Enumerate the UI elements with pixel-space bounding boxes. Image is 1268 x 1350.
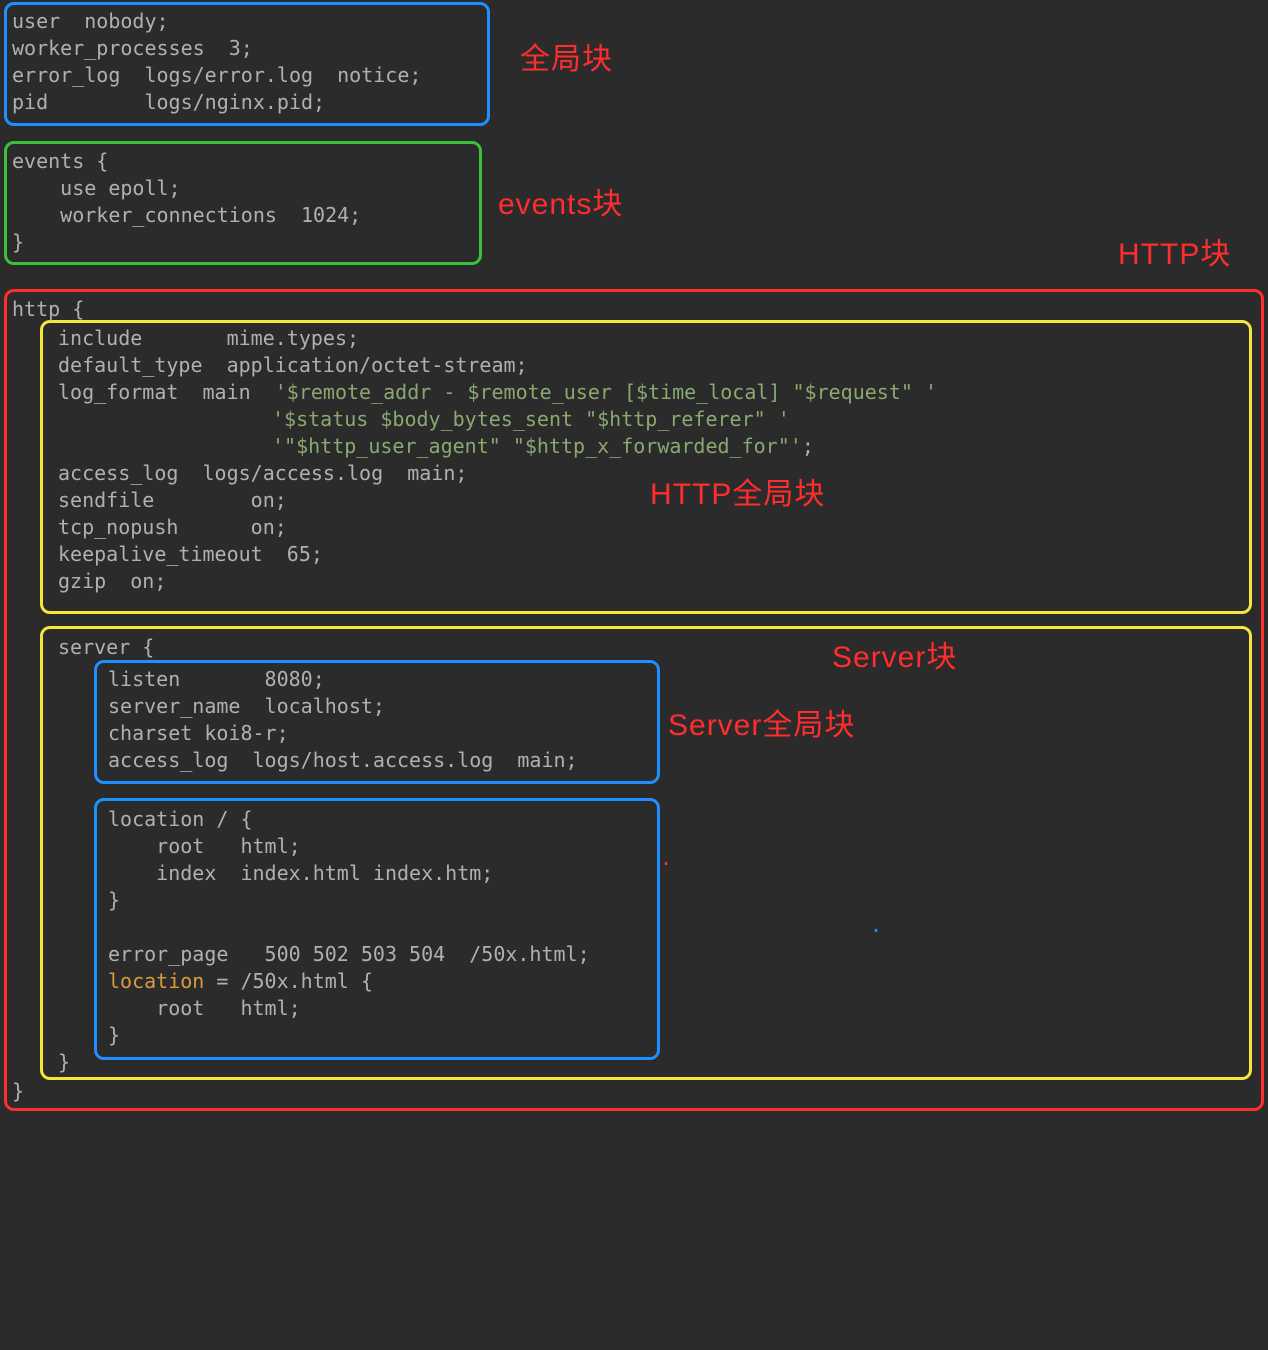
code-line: } (0, 1078, 24, 1105)
code-line: tcp_nopush on; (0, 514, 287, 541)
code-line: access_log logs/host.access.log main; (0, 747, 578, 774)
code-line: keepalive_timeout 65; (0, 541, 323, 568)
code-line: error_page 500 502 503 504 /50x.html; (0, 941, 590, 968)
code-line: '"$http_user_agent" "$http_x_forwarded_f… (272, 433, 814, 460)
label-events: events块 (498, 185, 623, 226)
label-server: Server块 (832, 638, 957, 679)
code-line: include mime.types; (0, 325, 359, 352)
code-line: worker_connections 1024; (0, 202, 361, 229)
code-line: pid logs/nginx.pid; (0, 89, 325, 116)
code-line: default_type application/octet-stream; (0, 352, 528, 379)
code-line: use epoll; (0, 175, 181, 202)
code-line: location / { (0, 806, 253, 833)
code-line: sendfile on; (0, 487, 287, 514)
code-line: location = /50x.html { (0, 968, 373, 995)
code-line: root html; (0, 995, 301, 1022)
code-line: '$status $body_bytes_sent "$http_referer… (272, 406, 790, 433)
code-line: } (0, 887, 120, 914)
code-line: http { (0, 296, 84, 323)
code-line: events { (0, 148, 108, 175)
code-line: charset koi8-r; (0, 720, 289, 747)
dot-red: . (660, 845, 672, 872)
code-line: listen 8080; (0, 666, 325, 693)
code-line: server_name localhost; (0, 693, 385, 720)
label-global: 全局块 (520, 40, 613, 81)
code-line: } (0, 229, 24, 256)
code-line: } (0, 1022, 120, 1049)
dot-blue: . (870, 912, 882, 939)
code-line: error_log logs/error.log notice; (0, 62, 421, 89)
code-line: access_log logs/access.log main; (0, 460, 467, 487)
code-line: root html; (0, 833, 301, 860)
code-line: gzip on; (0, 568, 166, 595)
label-server-global: Server全局块 (668, 706, 855, 747)
code-line: user nobody; (0, 8, 169, 35)
code-line: log_format main '$remote_addr - $remote_… (0, 379, 937, 406)
code-line: } (0, 1049, 70, 1076)
code-line: index index.html index.htm; (0, 860, 493, 887)
code-line: server { (0, 634, 154, 661)
code-line: worker_processes 3; (0, 35, 253, 62)
label-http: HTTP块 (1118, 235, 1231, 276)
label-http-global: HTTP全局块 (650, 475, 825, 516)
